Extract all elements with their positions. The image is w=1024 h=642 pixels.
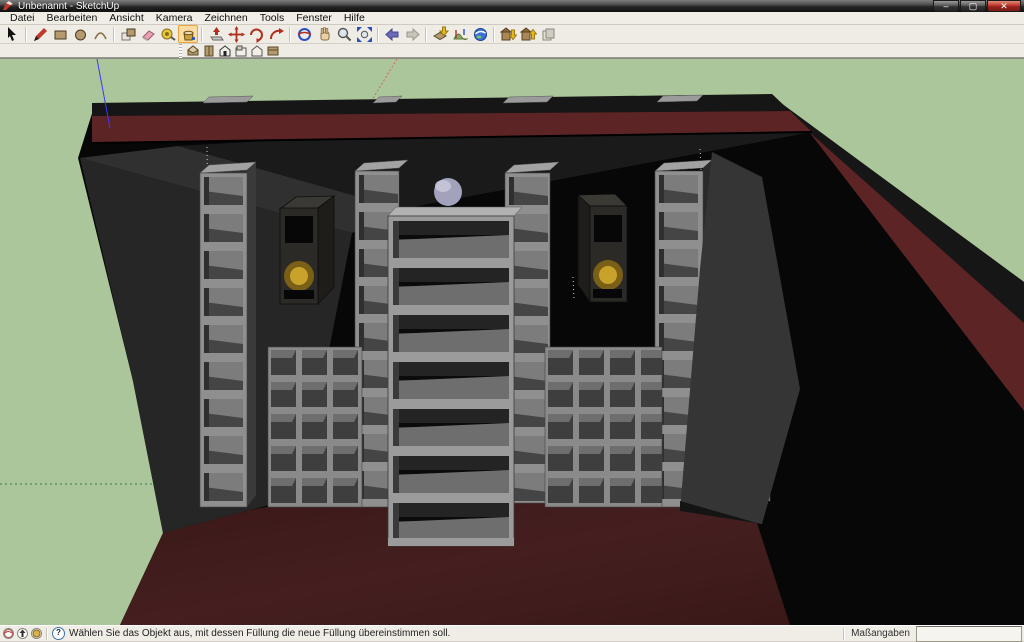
tool-orbit[interactable] — [294, 25, 314, 43]
help-icon: ? — [52, 627, 65, 640]
tool-previous[interactable] — [382, 25, 402, 43]
toolbar-separator — [289, 27, 291, 42]
view-top[interactable] — [201, 45, 217, 57]
toolbar-separator — [493, 27, 495, 42]
titlebar[interactable]: Unbenannt - SketchUp – ▢ ✕ — [0, 0, 1024, 12]
sketchup-window: Unbenannt - SketchUp – ▢ ✕ Datei Bearbei… — [0, 0, 1024, 640]
view-back[interactable] — [249, 45, 265, 57]
speaker-right-port — [594, 215, 622, 242]
tool-arc[interactable] — [90, 25, 110, 43]
tool-tape-measure[interactable] — [158, 25, 178, 43]
window-title: Unbenannt - SketchUp — [18, 1, 933, 12]
tool-move[interactable] — [226, 25, 246, 43]
viewport-canvas[interactable] — [0, 58, 1024, 625]
toolbar-views — [0, 44, 1024, 58]
view-left[interactable] — [265, 45, 281, 57]
tool-toggle-terrain[interactable] — [450, 25, 470, 43]
sign-in-icon[interactable] — [31, 628, 42, 639]
tool-rotate[interactable] — [246, 25, 266, 43]
measurements-input[interactable] — [916, 626, 1022, 642]
toolbar-separator — [201, 27, 203, 42]
statusbar-divider — [843, 628, 845, 640]
view-right[interactable] — [233, 45, 249, 57]
menubar: Datei Bearbeiten Ansicht Kamera Zeichnen… — [0, 12, 1024, 25]
tool-rectangle[interactable] — [50, 25, 70, 43]
tool-google-earth[interactable] — [470, 25, 490, 43]
tool-add-location[interactable] — [430, 25, 450, 43]
shelf-tower-left[interactable] — [200, 162, 256, 507]
view-iso[interactable] — [185, 45, 201, 57]
cubby-grid-left[interactable] — [268, 347, 362, 507]
speaker-left[interactable] — [280, 196, 334, 304]
tool-pan[interactable] — [314, 25, 334, 43]
menu-kamera[interactable]: Kamera — [150, 12, 199, 24]
menu-tools[interactable]: Tools — [254, 12, 291, 24]
tool-share-models[interactable] — [518, 25, 538, 43]
toolbar-separator — [25, 27, 27, 42]
menu-bearbeiten[interactable]: Bearbeiten — [41, 12, 104, 24]
cubby-grid-right[interactable] — [545, 347, 662, 507]
tool-zoom-extents[interactable] — [354, 25, 374, 43]
maximize-button[interactable]: ▢ — [960, 0, 986, 12]
attribution-icon[interactable] — [17, 628, 28, 639]
tool-zoom[interactable] — [334, 25, 354, 43]
toolbar-separator — [377, 27, 379, 42]
tool-send-to-layout[interactable] — [538, 25, 558, 43]
minimize-button[interactable]: – — [933, 0, 959, 12]
toolbar-separator — [113, 27, 115, 42]
tool-select[interactable] — [2, 25, 22, 43]
menu-datei[interactable]: Datei — [4, 12, 41, 24]
sketchup-logo-icon — [3, 1, 14, 11]
tool-paint-bucket[interactable] — [178, 25, 198, 43]
menu-ansicht[interactable]: Ansicht — [103, 12, 149, 24]
tool-circle[interactable] — [70, 25, 90, 43]
geolocation-icon[interactable] — [3, 628, 14, 639]
menu-hilfe[interactable]: Hilfe — [338, 12, 371, 24]
sphere[interactable] — [434, 178, 462, 206]
menu-fenster[interactable]: Fenster — [290, 12, 338, 24]
toolbar-separator — [425, 27, 427, 42]
tool-eraser[interactable] — [138, 25, 158, 43]
speaker-right-driver-cone — [599, 266, 617, 284]
statusbar-separator — [46, 628, 48, 640]
menu-zeichnen[interactable]: Zeichnen — [199, 12, 254, 24]
statusbar: ? Wählen Sie das Objekt aus, mit dessen … — [0, 625, 1024, 641]
tool-offset[interactable] — [266, 25, 286, 43]
measurements-label: Maßangaben — [851, 628, 910, 639]
view-front[interactable] — [217, 45, 233, 57]
scene-3d[interactable] — [0, 59, 1024, 625]
status-hint: Wählen Sie das Objekt aus, mit dessen Fü… — [69, 628, 843, 639]
speaker-right[interactable] — [578, 194, 627, 302]
speaker-left-driver-cone — [290, 267, 308, 285]
bookshelf-center[interactable] — [388, 207, 522, 546]
tool-line[interactable] — [30, 25, 50, 43]
toolbar-grip[interactable] — [179, 44, 182, 58]
tool-get-models[interactable] — [498, 25, 518, 43]
close-button[interactable]: ✕ — [987, 0, 1021, 12]
speaker-left-port — [285, 216, 313, 243]
toolbar-getting-started — [0, 25, 1024, 44]
tool-make-component[interactable] — [118, 25, 138, 43]
tool-push-pull[interactable] — [206, 25, 226, 43]
tool-next[interactable] — [402, 25, 422, 43]
